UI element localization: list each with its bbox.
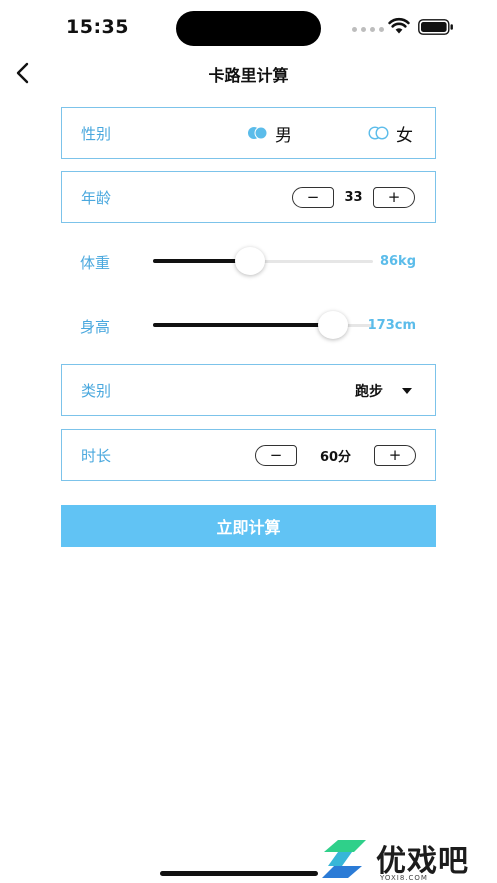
category-label: 类别: [81, 382, 112, 400]
battery-icon: [418, 19, 453, 35]
weight-value: 86kg: [379, 254, 416, 269]
weight-slider[interactable]: [153, 247, 373, 275]
weight-row: 体重 86kg: [61, 242, 436, 282]
watermark-logo-icon: [322, 840, 366, 878]
caret-down-icon: [402, 388, 412, 394]
page-title: 卡路里计算: [208, 66, 289, 85]
radio-unselected-icon: [368, 126, 389, 140]
duration-label: 时长: [81, 447, 112, 465]
duration-stepper: − 60分 +: [255, 444, 416, 466]
calculate-button[interactable]: 立即计算: [61, 505, 436, 547]
home-indicator: [160, 871, 318, 876]
watermark: 优戏吧 YOXI8.COM: [318, 836, 496, 882]
age-row: 年龄 − 33 +: [61, 171, 436, 223]
gender-option-male-label: 男: [275, 125, 292, 146]
gender-row: 性别 男 女: [61, 107, 436, 159]
height-slider-thumb[interactable]: [318, 311, 349, 339]
age-stepper: − 33 +: [292, 186, 415, 208]
weight-slider-thumb[interactable]: [234, 247, 265, 275]
age-decrement-button[interactable]: −: [292, 186, 334, 208]
radio-selected-icon: [248, 126, 268, 140]
watermark-subtext: YOXI8.COM: [380, 874, 428, 882]
height-row: 身高 173cm: [61, 306, 436, 346]
height-label: 身高: [80, 318, 111, 336]
age-increment-button[interactable]: +: [373, 186, 415, 208]
duration-value: 60分: [319, 449, 352, 465]
status-bar: 15:35: [0, 0, 497, 54]
duration-increment-button[interactable]: +: [374, 444, 416, 466]
nav-bar: 卡路里计算: [0, 54, 497, 90]
height-slider[interactable]: [153, 311, 373, 339]
age-label: 年龄: [81, 189, 112, 207]
gender-option-female[interactable]: 女: [368, 121, 413, 146]
age-value: 33: [344, 189, 363, 205]
gender-label: 性别: [81, 125, 112, 143]
height-slider-fill: [153, 323, 334, 327]
gender-option-female-label: 女: [396, 125, 413, 146]
category-value: 跑步: [355, 384, 383, 400]
duration-row: 时长 − 60分 +: [61, 429, 436, 481]
gender-option-male[interactable]: 男: [247, 121, 292, 146]
category-select[interactable]: 类别 跑步: [61, 364, 436, 416]
wifi-icon: [388, 17, 410, 34]
status-time: 15:35: [66, 16, 129, 38]
weight-label: 体重: [80, 254, 111, 272]
duration-decrement-button[interactable]: −: [255, 444, 297, 466]
dynamic-island: [176, 11, 321, 46]
signal-dots-icon: [352, 27, 384, 33]
height-value: 173cm: [367, 318, 416, 333]
